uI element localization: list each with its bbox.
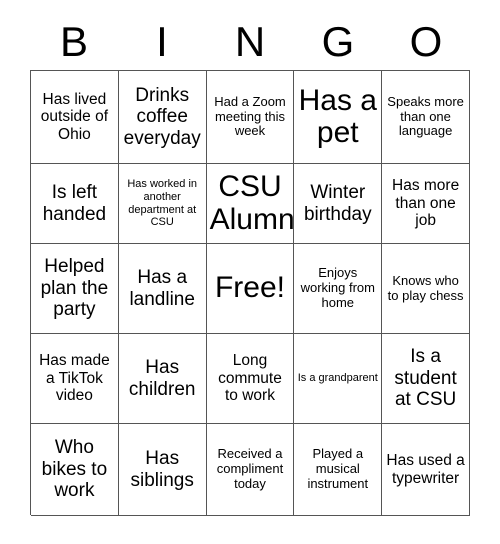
header-letter-i: I bbox=[156, 18, 168, 65]
header-letter-b: B bbox=[59, 18, 88, 65]
bingo-cell-r5c2[interactable]: Has siblings bbox=[118, 424, 207, 516]
bingo-cell-label: Received a compliment today bbox=[216, 446, 284, 491]
bingo-cell-label: Has lived outside of Ohio bbox=[40, 90, 108, 143]
bingo-cell-label: Knows who to play chess bbox=[387, 272, 464, 303]
header-letter-g: G bbox=[321, 18, 355, 65]
bingo-grid: Has lived outside of Ohio Drinks coffee … bbox=[30, 70, 470, 516]
bingo-cell-r3c2[interactable]: Has a landline bbox=[118, 244, 207, 334]
bingo-cell-r3c4[interactable]: Enjoys working from home bbox=[294, 244, 383, 334]
bingo-cell-r2c5[interactable]: Has more than one job bbox=[382, 164, 470, 244]
bingo-cell-r1c4[interactable]: Has a pet bbox=[294, 71, 383, 164]
bingo-card: B I N G O Has lived outside of Ohio Drin… bbox=[0, 0, 500, 544]
bingo-cell-free-space[interactable]: Free! bbox=[206, 244, 295, 334]
bingo-cell-label: Has more than one job bbox=[392, 177, 460, 230]
bingo-cell-r4c2[interactable]: Has children bbox=[118, 334, 207, 424]
bingo-cell-r4c5[interactable]: Is a student at CSU bbox=[382, 334, 470, 424]
bingo-cell-r2c1[interactable]: Is left handed bbox=[31, 164, 119, 244]
bingo-cell-label: Winter birthday bbox=[303, 181, 372, 225]
header-letter-o: O bbox=[409, 18, 443, 65]
header-letter-n: N bbox=[234, 18, 266, 65]
bingo-cell-label: Has children bbox=[128, 356, 196, 400]
bingo-cell-r1c5[interactable]: Speaks more than one language bbox=[382, 71, 470, 164]
bingo-cell-r5c1[interactable]: Who bikes to work bbox=[31, 424, 119, 516]
bingo-cell-label: Is left handed bbox=[42, 181, 107, 225]
bingo-cell-label: Has a pet bbox=[298, 83, 377, 149]
bingo-cell-label: Has siblings bbox=[130, 447, 194, 491]
bingo-cell-label: Enjoys working from home bbox=[300, 265, 375, 310]
bingo-cell-label: Is a student at CSU bbox=[394, 346, 457, 411]
bingo-cell-r4c4[interactable]: Is a grandparent bbox=[294, 334, 383, 424]
bingo-cell-r4c1[interactable]: Has made a TikTok video bbox=[31, 334, 119, 424]
bingo-cell-label: Who bikes to work bbox=[41, 437, 108, 502]
bingo-header: B I N G O bbox=[30, 14, 470, 70]
bingo-cell-r3c5[interactable]: Knows who to play chess bbox=[382, 244, 470, 334]
bingo-cell-label: Has worked in another department at CSU bbox=[127, 178, 198, 229]
bingo-cell-r2c3[interactable]: CSU Alumni bbox=[206, 164, 295, 244]
bingo-cell-label: Drinks coffee everyday bbox=[123, 84, 201, 149]
bingo-cell-r2c4[interactable]: Winter birthday bbox=[294, 164, 383, 244]
bingo-cell-r1c2[interactable]: Drinks coffee everyday bbox=[118, 71, 207, 164]
bingo-cell-label: Is a grandparent bbox=[297, 372, 378, 385]
bingo-cell-label: Has a landline bbox=[129, 266, 195, 310]
bingo-cell-label: Has made a TikTok video bbox=[39, 352, 110, 405]
bingo-cell-r3c1[interactable]: Helped plan the party bbox=[31, 244, 119, 334]
bingo-cell-label: Has used a typewriter bbox=[386, 451, 465, 487]
bingo-cell-r5c5[interactable]: Has used a typewriter bbox=[382, 424, 470, 516]
bingo-cell-label: Helped plan the party bbox=[40, 256, 109, 321]
bingo-cell-r5c3[interactable]: Received a compliment today bbox=[206, 424, 295, 516]
bingo-cell-r2c2[interactable]: Has worked in another department at CSU bbox=[118, 164, 207, 244]
bingo-cell-r5c4[interactable]: Played a musical instrument bbox=[294, 424, 383, 516]
bingo-cell-r1c1[interactable]: Has lived outside of Ohio bbox=[31, 71, 119, 164]
bingo-cell-r1c3[interactable]: Had a Zoom meeting this week bbox=[206, 71, 295, 164]
bingo-cell-r4c3[interactable]: Long commute to work bbox=[206, 334, 295, 424]
bingo-cell-label: Long commute to work bbox=[218, 352, 282, 405]
bingo-cell-label: Free! bbox=[214, 271, 285, 305]
bingo-cell-label: CSU Alumni bbox=[209, 170, 295, 236]
bingo-cell-label: Played a musical instrument bbox=[307, 446, 369, 491]
bingo-cell-label: Speaks more than one language bbox=[387, 93, 464, 139]
bingo-cell-label: Had a Zoom meeting this week bbox=[214, 93, 286, 139]
